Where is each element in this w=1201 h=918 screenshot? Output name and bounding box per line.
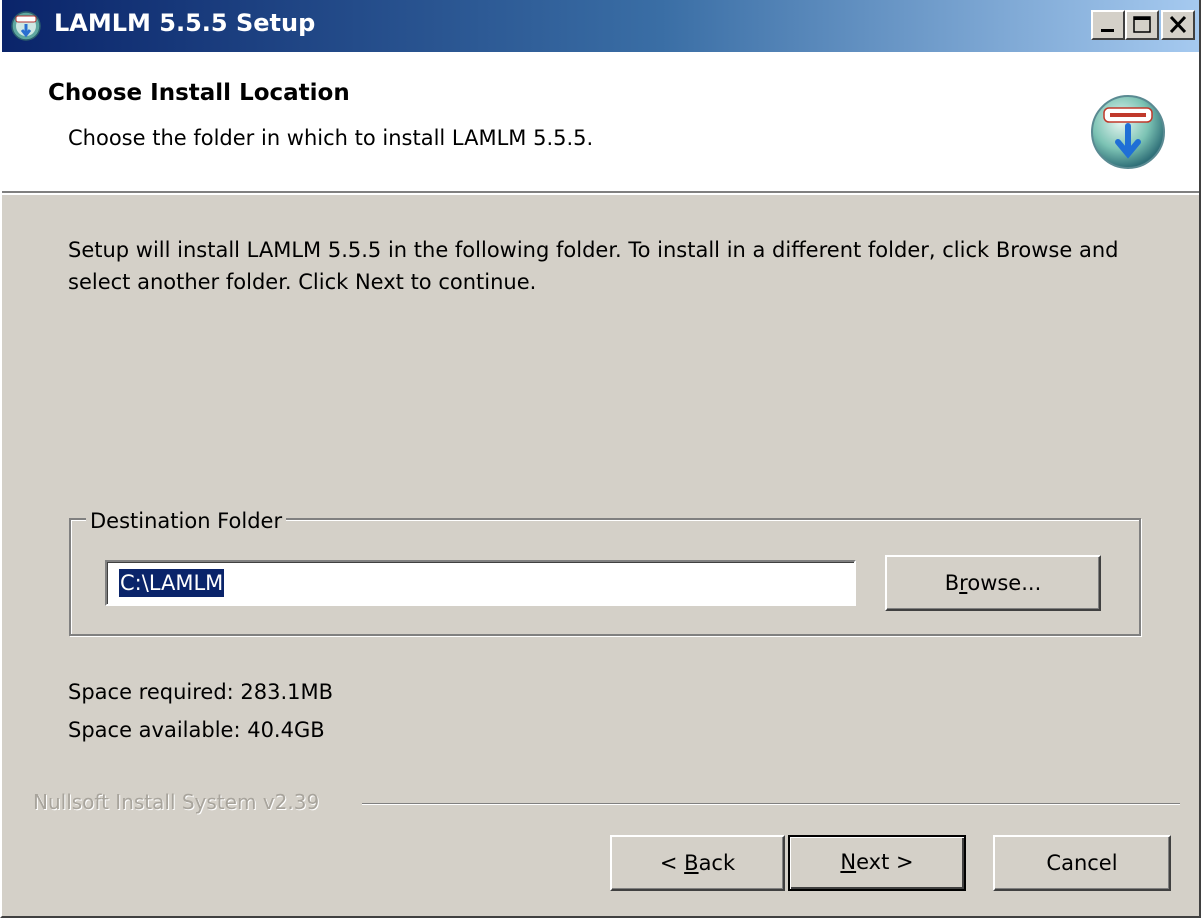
close-button[interactable] <box>1161 10 1195 40</box>
nsis-installer-icon <box>11 11 41 41</box>
back-button[interactable]: < Back <box>610 835 785 891</box>
next-label: ext > <box>856 850 914 874</box>
cancel-button[interactable]: Cancel <box>993 835 1171 891</box>
branding-text: Nullsoft Install System v2.39 <box>33 790 330 814</box>
maximize-button[interactable] <box>1125 10 1159 40</box>
browse-label-rest: owse... <box>967 571 1042 595</box>
header-divider <box>2 191 1199 195</box>
page-header: Choose Install Location Choose the folde… <box>2 52 1199 191</box>
back-label: < <box>659 851 685 875</box>
browse-button[interactable]: Browse... <box>885 555 1101 611</box>
page-subtitle: Choose the folder in which to install LA… <box>68 126 594 150</box>
nsis-installer-icon <box>1091 95 1165 169</box>
next-button[interactable]: Next > <box>788 835 966 891</box>
minimize-button[interactable] <box>1091 10 1125 40</box>
back-label-rest: ack <box>698 851 736 875</box>
minimize-icon <box>1101 29 1114 32</box>
maximize-icon <box>1133 16 1151 33</box>
destination-folder-input[interactable]: C:\LAMLM <box>105 560 856 606</box>
close-icon <box>1169 15 1187 34</box>
next-accelerator: N <box>840 850 857 874</box>
destination-group-label: Destination Folder <box>86 508 287 534</box>
space-available: Space available: 40.4GB <box>68 718 325 742</box>
title-bar[interactable]: LAMLM 5.5.5 Setup <box>2 0 1199 52</box>
branding-divider <box>362 803 1180 805</box>
destination-folder-value: C:\LAMLM <box>119 569 225 597</box>
browse-label: B <box>944 571 960 595</box>
intro-text: Setup will install LAMLM 5.5.5 in the fo… <box>68 238 1119 294</box>
space-required: Space required: 283.1MB <box>68 680 334 704</box>
window-title: LAMLM 5.5.5 Setup <box>54 9 316 37</box>
back-accelerator: B <box>684 851 699 875</box>
page-title: Choose Install Location <box>48 80 350 106</box>
installer-window: LAMLM 5.5.5 Setup Choose Install Locatio… <box>0 0 1201 918</box>
